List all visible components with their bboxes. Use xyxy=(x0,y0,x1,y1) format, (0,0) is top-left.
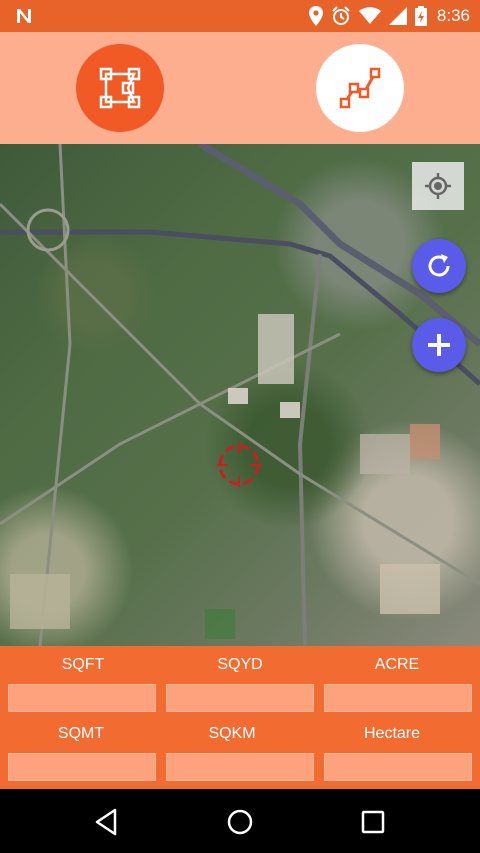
polygon-area-icon xyxy=(99,67,141,109)
unit-label-sqkm: SQKM xyxy=(208,725,256,742)
unit-label-hectare: Hectare xyxy=(363,725,421,742)
battery-charging-icon xyxy=(414,6,427,26)
unit-label-sqft: SQFT xyxy=(61,656,105,673)
refresh-button[interactable] xyxy=(412,239,466,293)
line-distance-icon xyxy=(339,67,381,109)
my-location-icon xyxy=(425,173,451,199)
map-roads xyxy=(0,144,480,646)
polygon-area-button[interactable] xyxy=(76,44,164,132)
crosshair-target-icon xyxy=(217,443,261,487)
signal-icon xyxy=(388,7,407,25)
add-point-button[interactable] xyxy=(412,318,466,372)
sqkm-value-field[interactable] xyxy=(166,753,314,781)
back-button[interactable] xyxy=(89,805,123,839)
status-bar: 8:36 xyxy=(0,0,480,32)
unit-label-acre: ACRE xyxy=(374,656,420,673)
unit-label-sqyd: SQYD xyxy=(217,656,263,673)
sqmt-value-field[interactable] xyxy=(8,753,156,781)
sqyd-value-field[interactable] xyxy=(166,684,314,712)
area-units-panel: SQFT SQYD ACRE SQMT SQKM Hectare xyxy=(0,646,480,789)
notification-n-icon xyxy=(17,9,31,23)
add-icon xyxy=(428,334,450,356)
recents-icon xyxy=(361,810,385,834)
satellite-map[interactable] xyxy=(0,144,480,646)
acre-value-field[interactable] xyxy=(324,684,472,712)
alarm-icon xyxy=(332,6,350,25)
recents-button[interactable] xyxy=(356,805,390,839)
unit-label-sqmt: SQMT xyxy=(57,725,105,742)
sqft-value-field[interactable] xyxy=(8,684,156,712)
line-distance-button[interactable] xyxy=(316,44,404,132)
refresh-icon xyxy=(428,254,450,277)
clock: 8:36 xyxy=(436,6,470,25)
location-icon xyxy=(308,6,323,26)
navigation-bar xyxy=(0,789,480,853)
home-icon xyxy=(227,809,253,835)
wifi-icon xyxy=(358,7,381,24)
home-button[interactable] xyxy=(223,805,257,839)
mode-bar xyxy=(0,32,480,144)
back-icon xyxy=(95,808,117,836)
my-location-button[interactable] xyxy=(412,162,464,210)
hectare-value-field[interactable] xyxy=(324,753,472,781)
